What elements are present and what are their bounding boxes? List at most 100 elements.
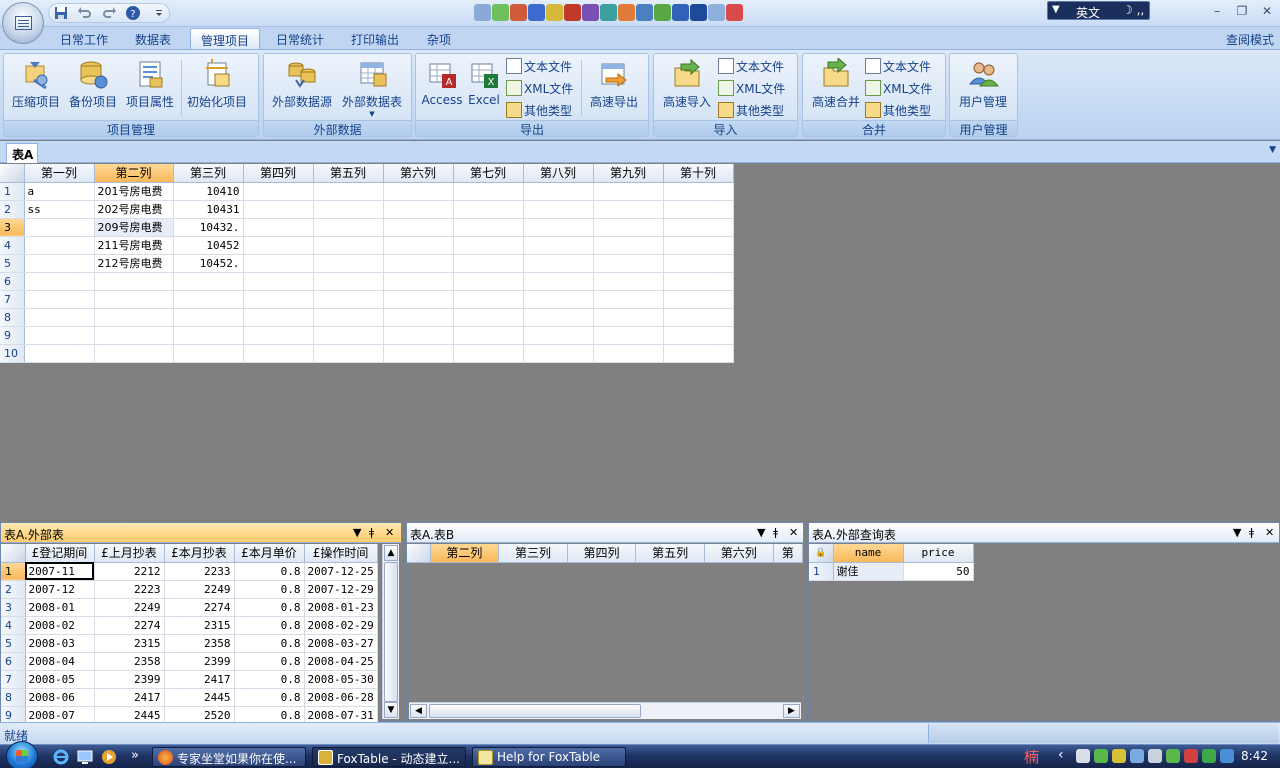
tab-list-dropdown-icon[interactable]: ▼ xyxy=(1269,145,1276,155)
grid-cell[interactable]: 2315 xyxy=(164,616,235,635)
grid-cell[interactable]: 10452. xyxy=(173,254,244,273)
tab-manage-project[interactable]: 管理项目 xyxy=(190,28,260,50)
grid-cell[interactable] xyxy=(593,254,664,273)
qat-customize-icon[interactable] xyxy=(150,4,169,22)
external-query-grid[interactable]: 🔒 name price 1 谢佳 50 xyxy=(809,544,974,581)
help-icon[interactable]: ? xyxy=(124,4,143,22)
table-row[interactable]: 1 谢佳 50 xyxy=(809,562,974,581)
column-header[interactable]: 第 xyxy=(773,544,803,563)
grid-cell[interactable]: 2007-12-25 xyxy=(304,562,378,581)
row-header[interactable]: 1 xyxy=(809,562,834,581)
application-menu-button[interactable] xyxy=(2,2,44,44)
grid-cell[interactable]: 2249 xyxy=(94,598,165,617)
column-header-selected[interactable]: 第二列 xyxy=(94,164,174,183)
column-header[interactable]: 第十列 xyxy=(663,164,734,183)
close-button[interactable]: ✕ xyxy=(1256,4,1278,21)
grid-cell[interactable]: 2417 xyxy=(94,688,165,707)
tray-icon[interactable] xyxy=(1184,749,1198,763)
column-header[interactable]: 第五列 xyxy=(635,544,705,563)
grid-cell[interactable]: 10432. xyxy=(173,218,244,237)
grid-cell[interactable] xyxy=(243,326,314,345)
grid-cell[interactable]: 2008-04 xyxy=(25,652,95,671)
grid-cell[interactable] xyxy=(593,218,664,237)
table-row[interactable]: 7 2008-05 2399 2417 0.8 2008-05-30 xyxy=(1,670,378,689)
row-header[interactable]: 6 xyxy=(0,272,25,291)
grid-cell[interactable] xyxy=(663,200,734,219)
scroll-right-icon[interactable]: ▶ xyxy=(783,704,800,718)
grid-cell[interactable] xyxy=(593,290,664,309)
table-row[interactable]: 2 ss 202号房电费 10431 xyxy=(0,200,734,219)
table-row[interactable]: 1 a 201号房电费 10410 xyxy=(0,182,734,201)
row-header[interactable]: 1 xyxy=(0,182,25,201)
grid-cell[interactable] xyxy=(523,182,594,201)
grid-cell[interactable]: 2008-06 xyxy=(25,688,95,707)
grid-cell[interactable] xyxy=(383,254,454,273)
grid-cell[interactable] xyxy=(24,344,95,363)
ime-menu-icon[interactable]: ▼ xyxy=(1052,4,1060,15)
grid-cell[interactable]: 2249 xyxy=(164,580,235,599)
export-xml-button[interactable]: XML文件 xyxy=(506,80,573,100)
tray-icon[interactable] xyxy=(1148,749,1162,763)
export-access-button[interactable]: A Access xyxy=(420,56,464,118)
grid-cell[interactable] xyxy=(313,182,384,201)
grid-cell[interactable] xyxy=(453,344,524,363)
table-row[interactable]: 8 xyxy=(0,308,734,327)
column-header[interactable]: 第一列 xyxy=(24,164,95,183)
scroll-thumb[interactable] xyxy=(429,704,641,718)
ime-language-bar[interactable]: ▼ 英文 ☽ ‚‚ xyxy=(1047,1,1150,20)
row-header[interactable]: 2 xyxy=(0,200,25,219)
grid-cell[interactable] xyxy=(173,326,244,345)
grid-cell[interactable] xyxy=(24,308,95,327)
fast-export-button[interactable]: 高速导出 xyxy=(584,56,644,118)
grid-cell[interactable]: 0.8 xyxy=(234,580,305,599)
grid-cell[interactable] xyxy=(313,218,384,237)
grid-cell[interactable] xyxy=(243,200,314,219)
main-data-grid[interactable]: 第一列 第二列 第三列 第四列 第五列 第六列 第七列 第八列 第九列 第十列 … xyxy=(0,164,734,363)
grid-cell[interactable] xyxy=(663,272,734,291)
lock-icon[interactable]: 🔒 xyxy=(809,544,834,563)
grid-cell[interactable] xyxy=(94,326,174,345)
grid-cell[interactable] xyxy=(663,326,734,345)
column-header-selected[interactable]: 第二列 xyxy=(430,544,500,563)
tab-table-a[interactable]: 表A xyxy=(6,143,38,163)
grid-cell[interactable]: 2007-12 xyxy=(25,580,95,599)
row-header[interactable]: 9 xyxy=(0,326,25,345)
tray-icon[interactable] xyxy=(1094,749,1108,763)
column-header[interactable]: price xyxy=(903,544,974,563)
grid-cell[interactable] xyxy=(383,200,454,219)
scroll-thumb[interactable] xyxy=(384,562,398,702)
save-icon[interactable] xyxy=(52,4,71,22)
column-header[interactable]: 第四列 xyxy=(243,164,314,183)
grid-cell[interactable] xyxy=(523,200,594,219)
start-button[interactable] xyxy=(6,741,38,768)
pane-close-icon[interactable]: ✕ xyxy=(1265,526,1274,539)
grid-corner[interactable] xyxy=(0,164,25,183)
ime-tray-icon[interactable]: 楠 xyxy=(1024,746,1039,767)
grid-cell[interactable] xyxy=(663,254,734,273)
initialize-project-button[interactable]: 初始化项目 xyxy=(185,56,249,118)
grid-cell[interactable] xyxy=(663,308,734,327)
grid-cell[interactable] xyxy=(523,236,594,255)
grid-cell[interactable]: 2008-05 xyxy=(25,670,95,689)
grid-cell[interactable] xyxy=(523,218,594,237)
grid-cell[interactable] xyxy=(453,182,524,201)
grid-cell[interactable] xyxy=(383,182,454,201)
project-properties-button[interactable]: 项目属性 xyxy=(122,56,178,118)
column-header[interactable]: 第七列 xyxy=(453,164,524,183)
table-row[interactable]: 3 2008-01 2249 2274 0.8 2008-01-23 xyxy=(1,598,378,617)
grid-cell[interactable] xyxy=(313,200,384,219)
grid-cell[interactable]: 2008-03 xyxy=(25,634,95,653)
export-excel-button[interactable]: X Excel xyxy=(464,56,504,118)
grid-cell[interactable]: 50 xyxy=(903,562,974,581)
column-header[interactable]: £操作时间 xyxy=(304,544,378,563)
row-header[interactable]: 8 xyxy=(0,308,25,327)
grid-cell[interactable] xyxy=(523,254,594,273)
vertical-scrollbar[interactable]: ▲ ▼ xyxy=(382,544,399,719)
undo-icon[interactable] xyxy=(76,4,95,22)
grid-cell[interactable]: 2008-02-29 xyxy=(304,616,378,635)
grid-cell[interactable] xyxy=(243,344,314,363)
import-other-button[interactable]: 其他类型 xyxy=(718,102,784,122)
pane-dropdown-icon[interactable]: ▼ xyxy=(757,526,765,539)
grid-cell[interactable] xyxy=(313,236,384,255)
grid-cell[interactable] xyxy=(24,236,95,255)
